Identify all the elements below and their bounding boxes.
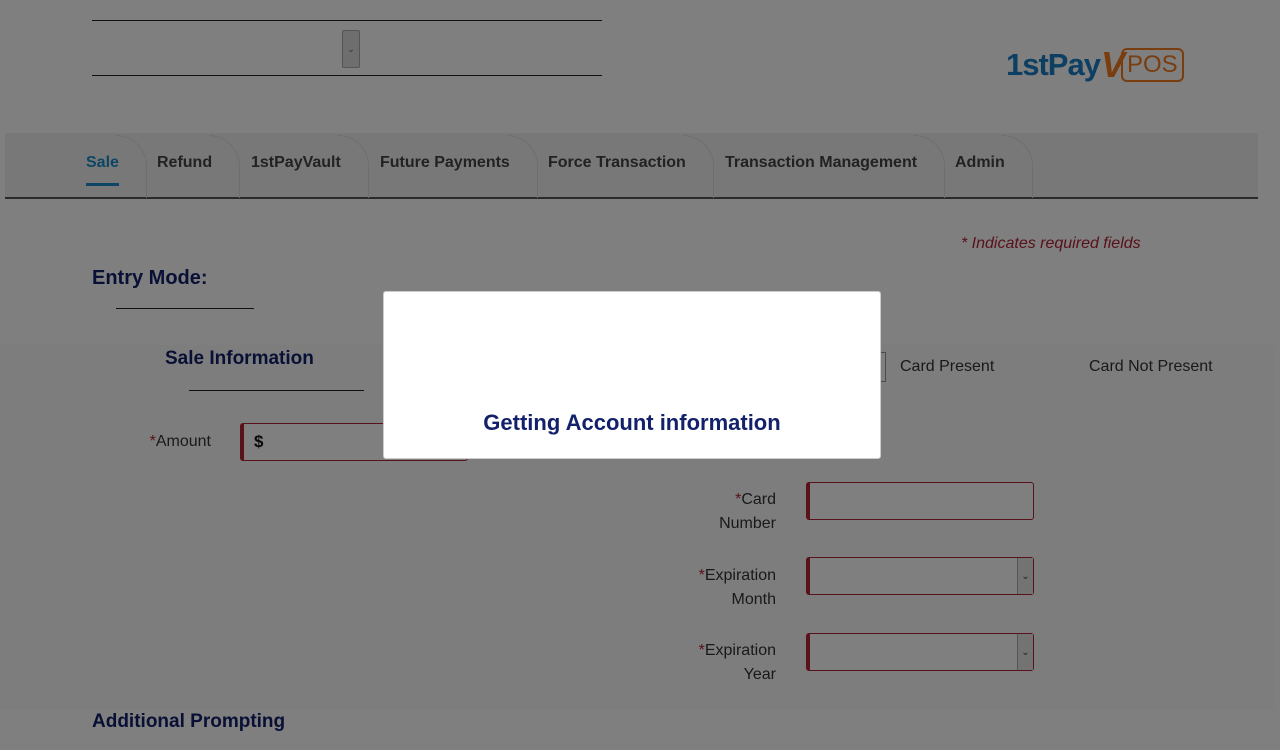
loading-modal: Getting Account information [383,291,881,459]
loading-message: Getting Account information [483,410,781,435]
